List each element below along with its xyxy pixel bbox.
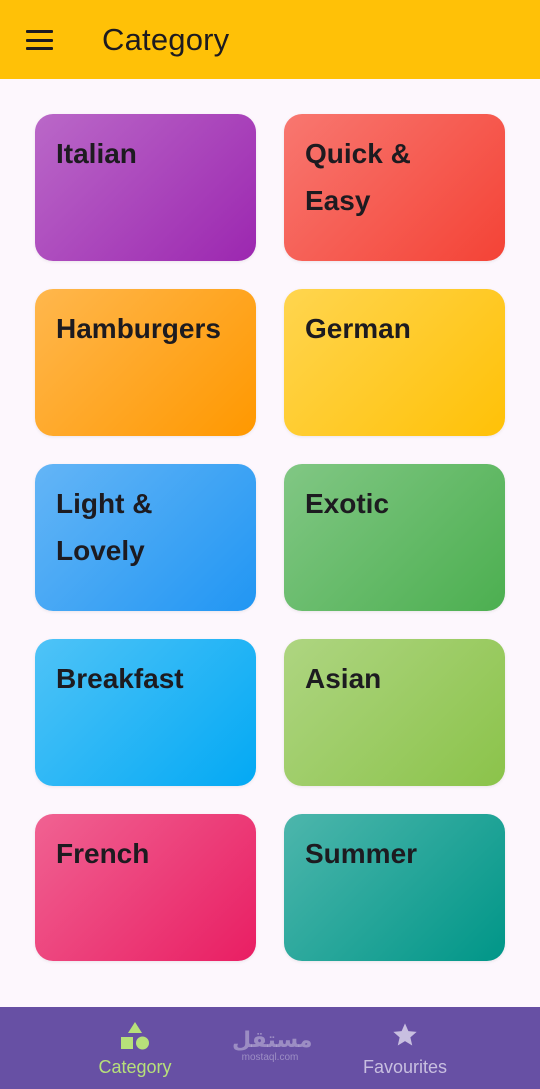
category-label: Summer	[305, 838, 418, 869]
shapes-icon	[121, 1022, 149, 1050]
category-card-italian[interactable]: Italian	[35, 114, 256, 261]
category-card-hamburgers[interactable]: Hamburgers	[35, 289, 256, 436]
category-card-exotic[interactable]: Exotic	[284, 464, 505, 611]
page-title: Category	[102, 22, 230, 57]
category-card-summer[interactable]: Summer	[284, 814, 505, 961]
app-bar: Category	[0, 0, 540, 79]
category-label: Quick & Easy	[305, 138, 411, 216]
category-label: Asian	[305, 663, 382, 694]
category-label: German	[305, 313, 411, 344]
category-label: Exotic	[305, 488, 390, 519]
category-card-asian[interactable]: Asian	[284, 639, 505, 786]
category-label: Italian	[56, 138, 137, 169]
watermark: مستقل mostaql.com	[232, 1028, 313, 1064]
menu-icon-line	[26, 38, 53, 42]
category-card-french[interactable]: French	[35, 814, 256, 961]
category-card-quick-easy[interactable]: Quick & Easy	[284, 114, 505, 261]
star-icon	[393, 1023, 417, 1046]
watermark-logo-text: مستقل	[232, 1028, 313, 1053]
nav-label-category: Category	[98, 1057, 172, 1077]
category-label: Breakfast	[56, 663, 184, 694]
nav-item-category[interactable]: Category	[50, 1021, 220, 1078]
category-grid: Italian Quick & Easy Hamburgers German L…	[35, 114, 505, 961]
category-label: Hamburgers	[56, 313, 221, 344]
watermark-url: mostaql.com	[241, 1052, 299, 1063]
category-card-light-lovely[interactable]: Light & Lovely	[35, 464, 256, 611]
menu-icon[interactable]	[26, 30, 53, 50]
menu-icon-line	[26, 47, 53, 50]
category-card-german[interactable]: German	[284, 289, 505, 436]
category-card-breakfast[interactable]: Breakfast	[35, 639, 256, 786]
nav-label-favourites: Favourites	[362, 1057, 448, 1077]
category-label: French	[56, 838, 150, 869]
category-label: Light & Lovely	[56, 488, 153, 566]
nav-item-favourites[interactable]: Favourites	[320, 1021, 490, 1078]
menu-icon-line	[26, 30, 53, 33]
